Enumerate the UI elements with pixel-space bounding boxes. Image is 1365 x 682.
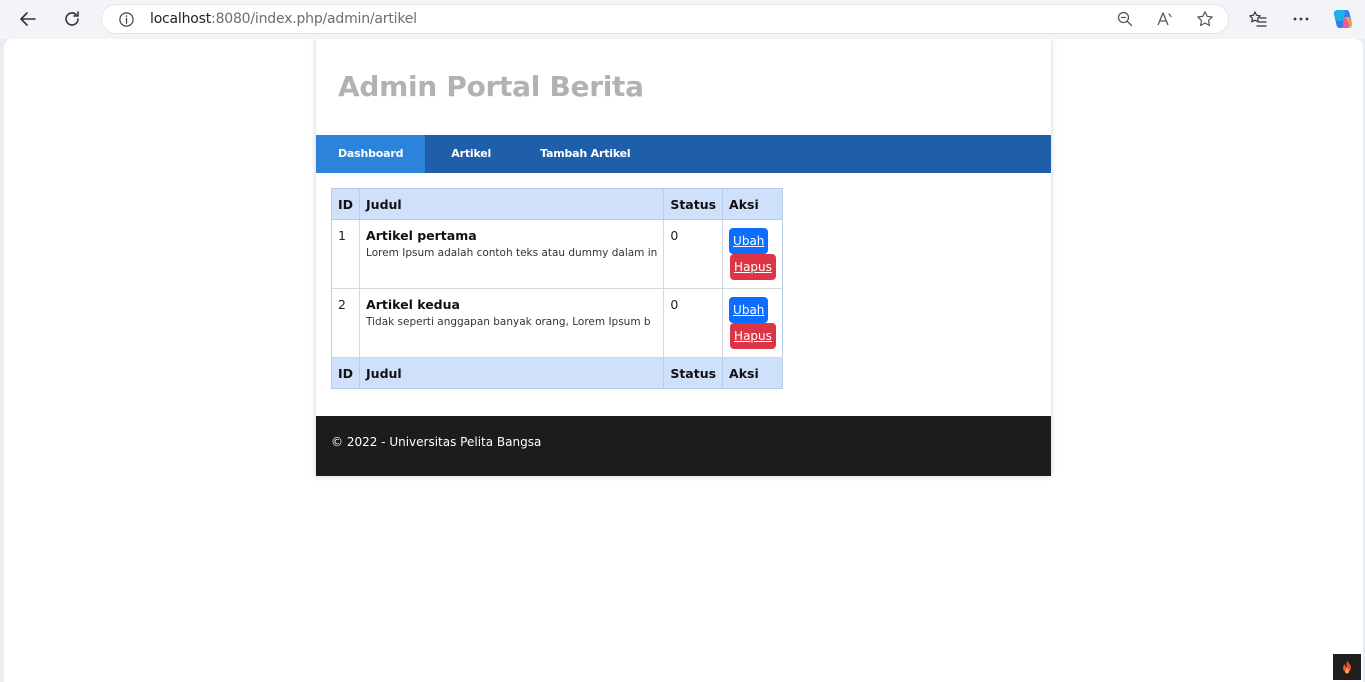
edit-button[interactable]: Ubah bbox=[729, 228, 769, 254]
page-title: Admin Portal Berita bbox=[338, 70, 644, 103]
cell-id: 1 bbox=[330, 219, 361, 289]
read-aloud-button[interactable] bbox=[1156, 10, 1176, 30]
nav-tambah-artikel[interactable]: Tambah Artikel bbox=[517, 135, 652, 173]
table-row: 1 Artikel pertama Lorem Ipsum adalah con… bbox=[330, 219, 783, 289]
back-icon bbox=[20, 12, 36, 26]
reload-icon bbox=[65, 11, 79, 26]
delete-button[interactable]: Hapus bbox=[730, 254, 776, 280]
article-title: Artikel pertama bbox=[366, 228, 477, 243]
main-content: ID Judul Status Aksi 1 Artikel pertama L… bbox=[316, 173, 1051, 416]
site-footer: © 2022 - Universitas Pelita Bangsa bbox=[316, 416, 1051, 476]
debug-toolbar-toggle[interactable] bbox=[1333, 654, 1361, 680]
delete-button[interactable]: Hapus bbox=[730, 323, 776, 349]
article-excerpt: Lorem Ipsum adalah contoh teks atau dumm… bbox=[366, 247, 658, 259]
more-button[interactable] bbox=[1289, 7, 1313, 31]
table-header-row: ID Judul Status Aksi bbox=[330, 188, 783, 220]
favorite-icon bbox=[1197, 11, 1213, 27]
back-button[interactable] bbox=[13, 5, 43, 33]
url-text[interactable]: localhost:8080/index.php/admin/artikel bbox=[150, 11, 417, 27]
footer-id: ID bbox=[330, 357, 361, 389]
footer-aksi: Aksi bbox=[722, 357, 783, 389]
address-bar[interactable]: localhost:8080/index.php/admin/artikel bbox=[101, 4, 1229, 34]
codeigniter-icon bbox=[1343, 660, 1351, 674]
main-nav: Dashboard Artikel Tambah Artikel bbox=[316, 135, 1051, 173]
cell-status: 0 bbox=[663, 219, 724, 289]
url-path: :8080/index.php/admin/artikel bbox=[211, 11, 417, 27]
article-table: ID Judul Status Aksi 1 Artikel pertama L… bbox=[330, 188, 783, 389]
cell-status: 0 bbox=[663, 288, 724, 358]
header-id: ID bbox=[330, 188, 361, 220]
read-aloud-icon bbox=[1157, 12, 1172, 26]
footer-status: Status bbox=[663, 357, 724, 389]
copilot-icon bbox=[1333, 10, 1353, 28]
url-host: localhost bbox=[150, 11, 212, 27]
zoom-button[interactable] bbox=[1116, 10, 1136, 30]
more-icon bbox=[1293, 17, 1309, 21]
header-judul: Judul bbox=[359, 188, 665, 220]
cell-id: 2 bbox=[330, 288, 361, 358]
article-title: Artikel kedua bbox=[366, 297, 460, 312]
nav-artikel[interactable]: Artikel bbox=[425, 135, 517, 173]
reload-button[interactable] bbox=[57, 5, 87, 33]
cell-judul: Artikel pertama Lorem Ipsum adalah conto… bbox=[359, 219, 665, 289]
nav-dashboard[interactable]: Dashboard bbox=[316, 135, 426, 173]
cell-judul: Artikel kedua Tidak seperti anggapan ban… bbox=[359, 288, 665, 358]
header-status: Status bbox=[663, 188, 724, 220]
edit-button[interactable]: Ubah bbox=[729, 297, 769, 323]
favorites-list-button[interactable] bbox=[1246, 7, 1270, 31]
zoom-icon bbox=[1117, 11, 1133, 27]
browser-toolbar: localhost:8080/index.php/admin/artikel bbox=[0, 0, 1365, 39]
table-footer-row: ID Judul Status Aksi bbox=[330, 357, 783, 389]
page-container: Admin Portal Berita Dashboard Artikel Ta… bbox=[316, 39, 1051, 476]
page-viewport: Admin Portal Berita Dashboard Artikel Ta… bbox=[4, 39, 1363, 682]
info-icon[interactable] bbox=[118, 11, 135, 28]
footer-copyright: © 2022 - Universitas Pelita Bangsa bbox=[331, 435, 542, 449]
cell-aksi: UbahHapus bbox=[722, 219, 783, 289]
favorite-button[interactable] bbox=[1196, 10, 1216, 30]
favorites-list-icon bbox=[1249, 11, 1267, 27]
article-excerpt: Tidak seperti anggapan banyak orang, Lor… bbox=[366, 316, 651, 328]
cell-aksi: UbahHapus bbox=[722, 288, 783, 358]
header-aksi: Aksi bbox=[722, 188, 783, 220]
site-header: Admin Portal Berita bbox=[316, 39, 1051, 135]
copilot-button[interactable] bbox=[1331, 7, 1355, 31]
footer-judul: Judul bbox=[359, 357, 665, 389]
table-row: 2 Artikel kedua Tidak seperti anggapan b… bbox=[330, 288, 783, 358]
